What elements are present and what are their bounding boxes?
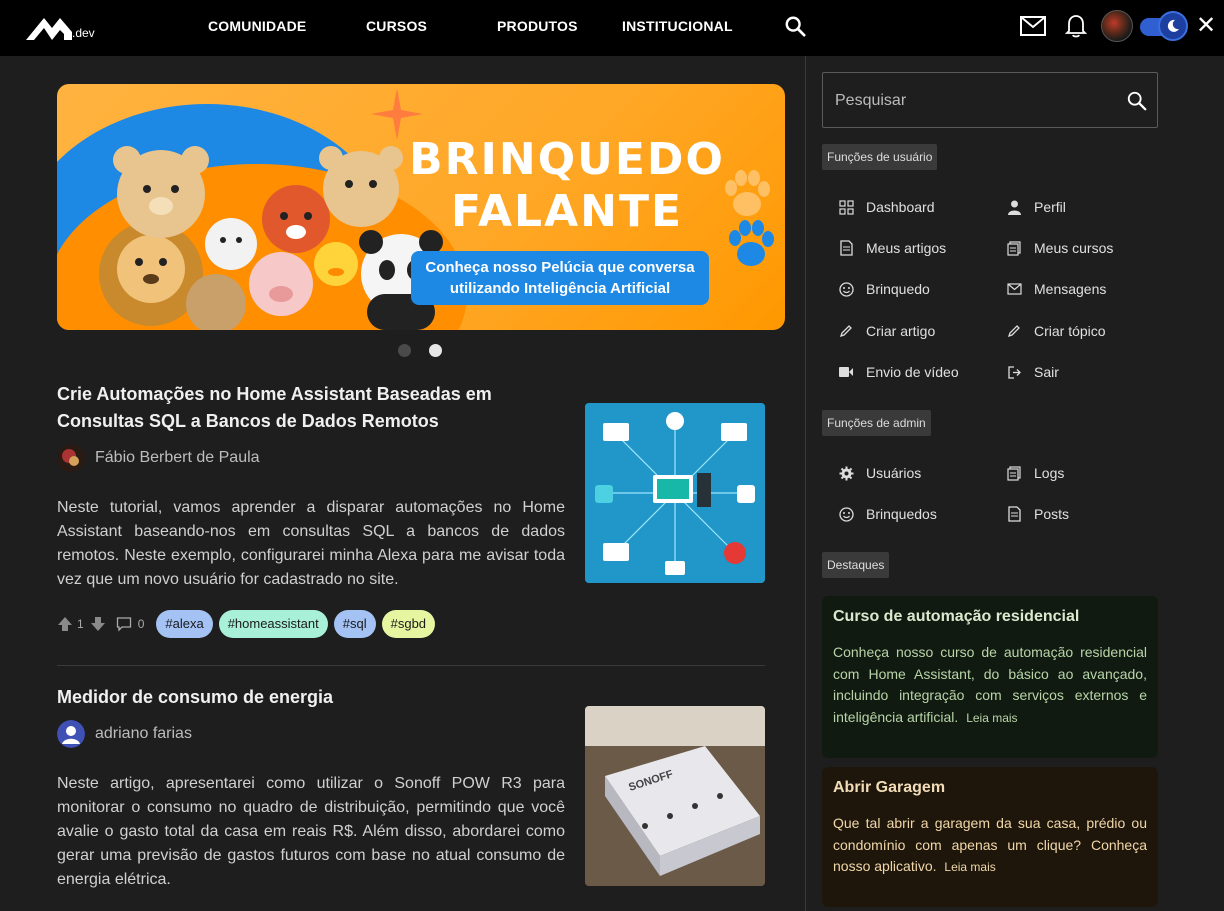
- article-thumbnail[interactable]: [585, 403, 765, 583]
- site-logo[interactable]: .dev: [24, 12, 104, 42]
- highlight-card-garagem[interactable]: Abrir Garagem Que tal abrir a garagem da…: [822, 767, 1158, 907]
- nav-link-comunidade[interactable]: COMUNIDADE: [208, 18, 306, 34]
- person-icon: [1007, 200, 1021, 215]
- logo-mark-icon: [26, 18, 72, 40]
- sidebar-item-brinquedos[interactable]: Brinquedos: [838, 506, 937, 522]
- sidebar-item-perfil[interactable]: Perfil: [1006, 199, 1066, 215]
- paw-outline-icon: [725, 170, 770, 216]
- carousel-dots: [398, 344, 442, 357]
- course-icon: [1007, 240, 1021, 256]
- sidebar-item-criar-artigo[interactable]: Criar artigo: [838, 323, 935, 339]
- upvote-icon[interactable]: [57, 616, 73, 632]
- network-diagram-image: [585, 403, 765, 583]
- posts-icon: [1007, 506, 1021, 522]
- logo-suffix: .dev: [72, 26, 95, 40]
- sidebar-item-criar-topico[interactable]: Criar tópico: [1006, 323, 1106, 339]
- article-excerpt: Neste artigo, apresentarei como utilizar…: [57, 775, 565, 888]
- sonoff-device-image: SONOFF: [585, 706, 765, 886]
- log-icon: [1007, 465, 1021, 481]
- sidebar-item-mensagens[interactable]: Mensagens: [1006, 281, 1106, 297]
- article-card: Crie Automações no Home Assistant Basead…: [57, 381, 765, 638]
- sidebar-item-usuarios[interactable]: Usuários: [838, 465, 921, 481]
- close-icon[interactable]: ✕: [1196, 14, 1216, 38]
- smile-icon: [838, 281, 854, 297]
- grid-icon: [838, 199, 854, 215]
- sidebar-divider: [805, 56, 806, 911]
- article-separator: [57, 665, 765, 666]
- promo-banner[interactable]: BRINQUEDO FALANTE Conheça nosso Pelúcia …: [57, 84, 785, 330]
- article-title[interactable]: Crie Automações no Home Assistant Basead…: [57, 381, 565, 435]
- tag-sql[interactable]: #sql: [333, 610, 376, 638]
- plush-toys-image: [99, 146, 443, 330]
- author-avatar: [57, 720, 85, 748]
- sidebar-item-sair[interactable]: Sair: [1006, 364, 1059, 380]
- sidebar-item-meus-artigos[interactable]: Meus artigos: [838, 240, 946, 256]
- bell-icon[interactable]: [1064, 13, 1088, 39]
- sidebar-item-meus-cursos[interactable]: Meus cursos: [1006, 240, 1113, 256]
- sidebar-item-brinquedo[interactable]: Brinquedo: [838, 281, 930, 297]
- sidebar-item-dashboard[interactable]: Dashboard: [838, 199, 935, 215]
- moon-icon: [1167, 19, 1179, 32]
- smile-icon: [838, 506, 854, 522]
- gear-icon: [839, 466, 853, 480]
- comment-icon[interactable]: [116, 616, 132, 632]
- pencil-icon: [1007, 325, 1020, 338]
- carousel-dot-1[interactable]: [398, 344, 411, 357]
- article-excerpt: Neste tutorial, vamos aprender a dispara…: [57, 499, 565, 588]
- author-name: Fábio Berbert de Paula: [95, 449, 260, 466]
- section-label-admin: Funções de admin: [822, 410, 931, 436]
- article-thumbnail[interactable]: SONOFF: [585, 706, 765, 886]
- mail-icon[interactable]: [1020, 15, 1046, 37]
- article-meta: 1 0 #alexa #homeassistant #sql #sgbd: [57, 610, 765, 638]
- top-navbar: .dev COMUNIDADE CURSOS PRODUTOS INSTITUC…: [0, 0, 1224, 56]
- highlight-title: Abrir Garagem: [833, 779, 946, 796]
- tag-alexa[interactable]: #alexa: [156, 610, 213, 638]
- section-label-user: Funções de usuário: [822, 144, 938, 170]
- highlight-text: Conheça nosso curso de automação residen…: [833, 644, 1147, 725]
- highlight-title: Curso de automação residencial: [833, 608, 1080, 625]
- sidebar-item-posts[interactable]: Posts: [1006, 506, 1069, 522]
- upvote-count: 1: [77, 617, 84, 631]
- tag-sgbd[interactable]: #sgbd: [381, 610, 436, 638]
- highlight-text: Que tal abrir a garagem da sua casa, pré…: [833, 815, 1147, 874]
- downvote-icon[interactable]: [90, 616, 106, 632]
- tag-homeassistant[interactable]: #homeassistant: [218, 610, 328, 638]
- nav-link-produtos[interactable]: PRODUTOS: [497, 18, 578, 34]
- nav-link-cursos[interactable]: CURSOS: [366, 18, 427, 34]
- article-card: Medidor de consumo de energia adriano fa…: [57, 684, 765, 892]
- section-label-highlights: Destaques: [822, 552, 890, 578]
- nav-link-institucional[interactable]: INSTITUCIONAL: [622, 18, 733, 34]
- read-more-link[interactable]: Leia mais: [966, 711, 1017, 725]
- banner-title: BRINQUEDO FALANTE: [409, 134, 725, 237]
- carousel-dot-2[interactable]: [429, 344, 442, 357]
- article-icon: [839, 240, 853, 256]
- search-input[interactable]: [835, 87, 1115, 115]
- sidebar-item-envio-de-video[interactable]: Envio de vídeo: [838, 364, 959, 380]
- highlight-card-automacao[interactable]: Curso de automação residencial Conheça n…: [822, 596, 1158, 758]
- article-title[interactable]: Medidor de consumo de energia: [57, 684, 565, 711]
- sidebar-search: [822, 72, 1158, 128]
- sidebar-item-logs[interactable]: Logs: [1006, 465, 1064, 481]
- user-avatar[interactable]: [1101, 10, 1133, 42]
- banner-subtitle: Conheça nosso Pelúcia que conversa utili…: [411, 251, 709, 305]
- video-icon: [839, 367, 853, 377]
- main-content: BRINQUEDO FALANTE Conheça nosso Pelúcia …: [0, 56, 805, 911]
- read-more-link[interactable]: Leia mais: [944, 860, 995, 874]
- comment-count: 0: [137, 617, 145, 631]
- logout-icon: [1007, 365, 1021, 379]
- search-icon[interactable]: [784, 15, 806, 37]
- author-avatar: [57, 444, 85, 472]
- mail-icon: [1006, 283, 1022, 295]
- pencil-icon: [839, 325, 852, 338]
- theme-toggle[interactable]: [1140, 11, 1188, 41]
- author-name: adriano farias: [95, 725, 192, 742]
- search-icon[interactable]: [1126, 90, 1148, 112]
